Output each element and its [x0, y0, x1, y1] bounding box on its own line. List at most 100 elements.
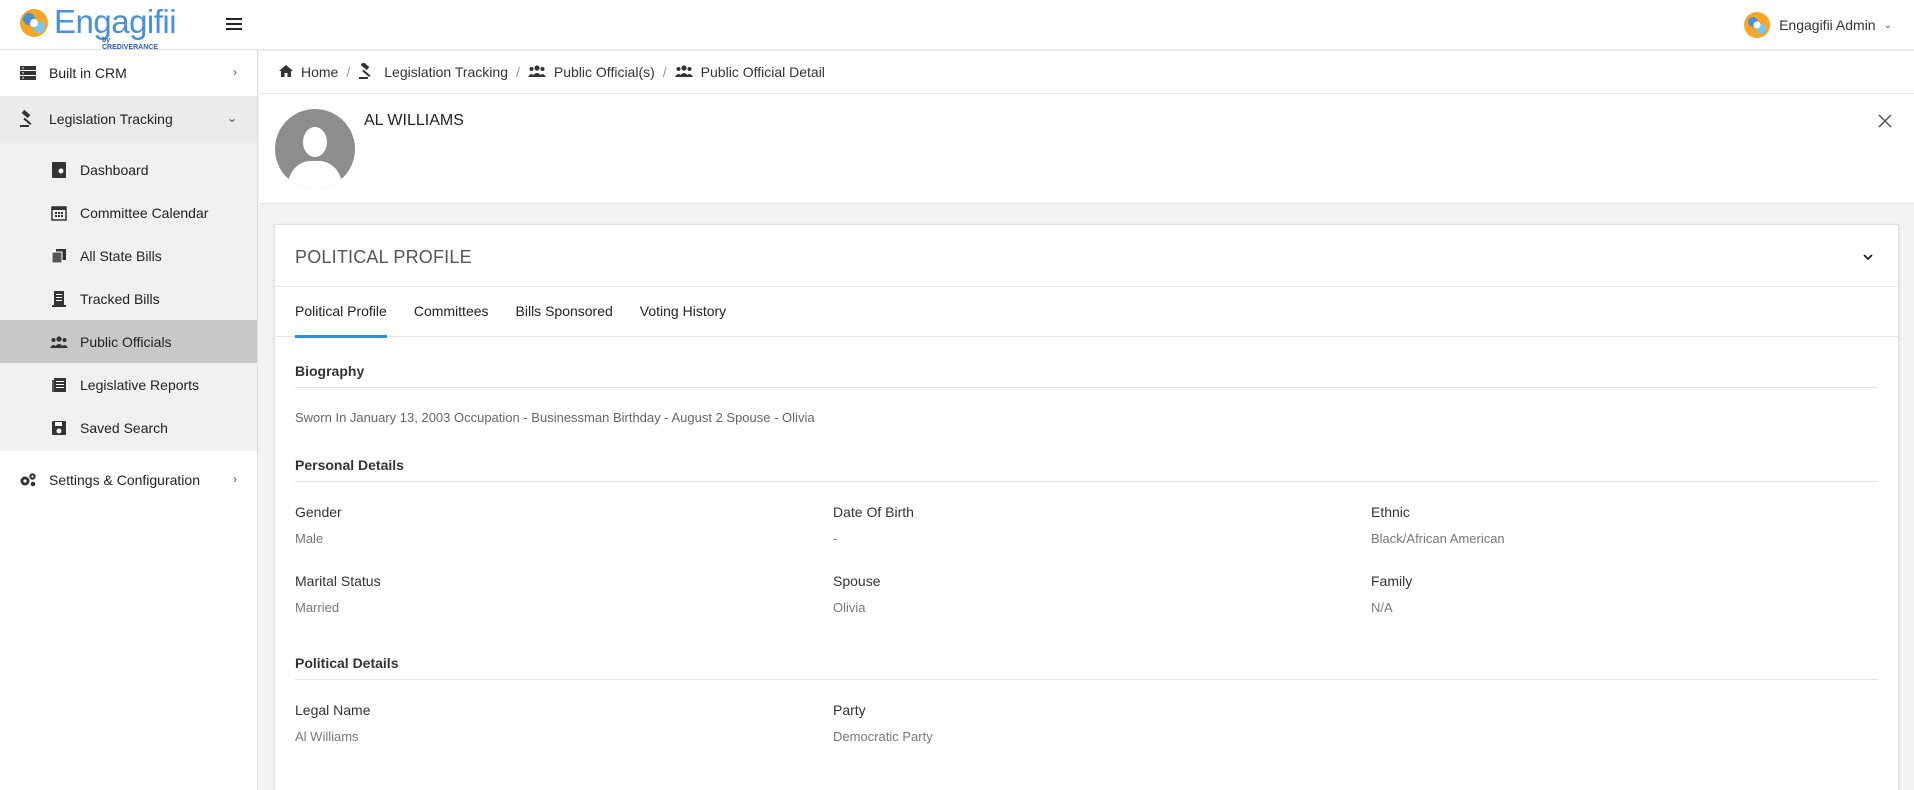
- legislation-submenu: Dashboard Committee Calendar All State B…: [0, 142, 257, 451]
- section-title: Biography: [295, 337, 1878, 388]
- personal-details-section: Personal Details Gender Male Date Of Bir…: [275, 431, 1898, 635]
- sidebar-item-saved-search[interactable]: Saved Search: [0, 406, 257, 449]
- report-icon: [50, 376, 68, 394]
- users-icon: [674, 64, 693, 80]
- field-value: -: [833, 531, 838, 546]
- dashboard-icon: [50, 161, 68, 179]
- breadcrumb-separator: /: [662, 64, 667, 80]
- field-label: Marital Status: [295, 573, 381, 589]
- user-avatar-icon: [1744, 12, 1771, 38]
- sidebar-item-label: Committee Calendar: [80, 204, 209, 221]
- sidebar-item-label: Legislative Reports: [80, 376, 200, 393]
- field-value: Male: [295, 531, 324, 546]
- chevron-right-icon: ›: [233, 472, 237, 486]
- sidebar-item-settings[interactable]: Settings & Configuration ›: [0, 457, 257, 503]
- brand-logo[interactable]: Engagifii by CREDIVERANCE: [18, 2, 177, 51]
- breadcrumb-separator: /: [346, 64, 351, 80]
- field-spouse: Spouse Olivia: [833, 566, 1371, 635]
- receipt-icon: [50, 290, 68, 308]
- field-date-of-birth: Date Of Birth -: [833, 497, 1371, 566]
- close-icon[interactable]: [1876, 112, 1894, 130]
- field-label: Party: [833, 702, 866, 718]
- sidebar-item-tracked-bills[interactable]: Tracked Bills: [0, 277, 257, 320]
- card-header: POLITICAL PROFILE: [275, 225, 1898, 287]
- sidebar-item-committee-calendar[interactable]: Committee Calendar: [0, 191, 257, 234]
- brand-name: Engagifii: [54, 3, 177, 40]
- sidebar-item-public-officials[interactable]: Public Officials: [0, 320, 257, 363]
- logo-icon: [20, 9, 48, 37]
- save-icon: [50, 419, 68, 437]
- sidebar-item-label: All State Bills: [80, 247, 162, 264]
- field-value: N/A: [1371, 600, 1393, 615]
- political-fields: Legal Name Al Williams Party Democratic …: [295, 680, 1878, 764]
- person-silhouette-icon: [287, 127, 343, 189]
- breadcrumb-legislation[interactable]: Legislation Tracking: [358, 61, 508, 82]
- breadcrumb-official-detail: Public Official Detail: [674, 64, 825, 80]
- tab-committees[interactable]: Committees: [414, 287, 489, 337]
- field-marital-status: Marital Status Married: [295, 566, 833, 635]
- field-label: Ethnic: [1371, 504, 1410, 520]
- field-label: Date Of Birth: [833, 504, 914, 520]
- breadcrumb-label: Public Official Detail: [700, 64, 825, 80]
- sidebar-item-crm[interactable]: Built in CRM ›: [0, 50, 257, 96]
- top-header: Engagifii by CREDIVERANCE Engagifii Admi…: [0, 0, 1914, 51]
- field-value: Married: [295, 600, 340, 615]
- user-menu[interactable]: Engagifii Admin ⌄: [1743, 9, 1892, 41]
- breadcrumb-home[interactable]: Home: [279, 64, 338, 80]
- sidebar-item-label: Dashboard: [80, 161, 149, 178]
- sidebar-item-label: Settings & Configuration: [49, 472, 200, 488]
- tab-political-profile[interactable]: Political Profile: [295, 287, 387, 338]
- biography-section: Biography Sworn In January 13, 2003 Occu…: [275, 337, 1898, 425]
- sidebar: Built in CRM › Legislation Tracking ⌄ Da…: [0, 50, 258, 790]
- field-value: Democratic Party: [833, 729, 933, 744]
- field-label: Gender: [295, 504, 342, 520]
- sidebar-item-all-state-bills[interactable]: All State Bills: [0, 234, 257, 277]
- breadcrumb: Home / Legislation Tracking / Public Off…: [259, 51, 1914, 94]
- sidebar-item-label: Tracked Bills: [80, 290, 160, 307]
- breadcrumb-public-officials[interactable]: Public Official(s): [527, 64, 655, 80]
- gavel-icon: [18, 110, 38, 128]
- field-family: Family N/A: [1371, 566, 1891, 635]
- breadcrumb-label: Public Official(s): [553, 64, 655, 80]
- sidebar-item-dashboard[interactable]: Dashboard: [0, 148, 257, 191]
- breadcrumb-label: Legislation Tracking: [384, 64, 508, 80]
- chevron-down-icon: ⌄: [1883, 19, 1892, 31]
- sidebar-item-legislative-reports[interactable]: Legislative Reports: [0, 363, 257, 406]
- sidebar-item-label: Saved Search: [80, 419, 168, 436]
- section-title: Personal Details: [295, 431, 1878, 482]
- profile-tabs: Political Profile Committees Bills Spons…: [275, 287, 1898, 338]
- field-label: Family: [1371, 573, 1413, 589]
- chevron-right-icon: ›: [233, 65, 237, 79]
- official-header: AL WILLIAMS: [259, 94, 1914, 204]
- server-icon: [18, 64, 38, 82]
- legislation-group: Legislation Tracking ⌄ Dashboard Committ…: [0, 96, 257, 451]
- tab-bills-sponsored[interactable]: Bills Sponsored: [516, 287, 613, 337]
- sidebar-item-label: Built in CRM: [49, 65, 127, 81]
- field-gender: Gender Male: [295, 497, 833, 566]
- menu-toggle-icon[interactable]: [226, 15, 246, 35]
- user-name: Engagifii Admin: [1779, 17, 1876, 33]
- sidebar-item-label: Public Officials: [80, 333, 172, 350]
- field-label: Spouse: [833, 573, 881, 589]
- field-ethnic: Ethnic Black/African American: [1371, 497, 1891, 566]
- gavel-icon: [358, 61, 376, 82]
- field-value: Black/African American: [1371, 531, 1505, 546]
- field-party: Party Democratic Party: [833, 695, 1371, 764]
- field-legal-name: Legal Name Al Williams: [295, 695, 833, 764]
- political-details-section: Political Details Legal Name Al Williams…: [275, 629, 1898, 764]
- breadcrumb-separator: /: [516, 64, 520, 80]
- avatar: [275, 109, 355, 189]
- breadcrumb-label: Home: [301, 64, 339, 80]
- sidebar-item-legislation[interactable]: Legislation Tracking ⌄: [0, 96, 257, 142]
- card-title: POLITICAL PROFILE: [295, 247, 472, 267]
- brand-tagline: by CREDIVERANCE: [102, 37, 159, 51]
- calendar-icon: [50, 204, 68, 222]
- political-profile-card: POLITICAL PROFILE Political Profile Comm…: [274, 224, 1899, 790]
- field-label: Legal Name: [295, 702, 371, 718]
- documents-icon: [50, 247, 68, 265]
- sidebar-item-label: Legislation Tracking: [49, 111, 173, 127]
- tab-voting-history[interactable]: Voting History: [640, 287, 726, 337]
- personal-fields: Gender Male Date Of Birth - Ethnic Black…: [295, 482, 1878, 635]
- chevron-down-icon[interactable]: [1860, 249, 1876, 265]
- users-icon: [527, 64, 546, 80]
